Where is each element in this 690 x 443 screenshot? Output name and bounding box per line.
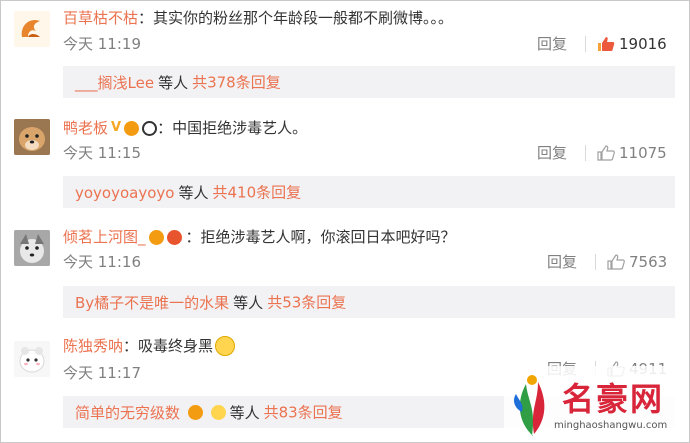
like-button[interactable]: 19016 (597, 34, 667, 54)
reply-count-link[interactable]: 共83条回复 (264, 404, 343, 422)
username[interactable]: 鸭老板 (63, 117, 108, 139)
like-button[interactable]: 7563 (607, 252, 667, 272)
reply-count-link[interactable]: 共378条回复 (192, 74, 281, 92)
reply-username[interactable]: 简单的无穷级数 (75, 404, 180, 422)
avatar[interactable] (14, 119, 50, 155)
avatar[interactable] (14, 341, 50, 377)
site-watermark: 名豪网 minghaoshangwu.com (504, 366, 689, 442)
avatar[interactable] (14, 11, 50, 47)
timestamp: 今天 11:17 (63, 364, 141, 382)
like-count: 7563 (629, 253, 668, 271)
reply-button[interactable]: 回复 (547, 252, 577, 272)
like-count: 11075 (619, 144, 667, 162)
timestamp: 今天 11:16 (63, 253, 141, 271)
replies-summary[interactable]: ___搁浅Lee 等人 共378条回复 (63, 66, 675, 98)
replies-summary[interactable]: yoyoyoayoyo 等人 共410条回复 (63, 176, 675, 208)
timestamp: 今天 11:15 (63, 144, 141, 162)
comment-list: 百草枯不枯 ：其实你的粉丝那个年龄段一般都不刷微博。。。 今天 11:19 回复… (0, 0, 690, 443)
reply-username[interactable]: yoyoyoayoyo (75, 184, 174, 202)
replies-summary[interactable]: By橘子不是唯一的水果 等人 共53条回复 (63, 286, 675, 318)
reply-others-label: 等人 (158, 73, 189, 92)
comment-text: ：其实你的粉丝那个年龄段一般都不刷微博。。。 (138, 9, 454, 27)
reply-username[interactable]: ___搁浅Lee (75, 74, 154, 92)
divider (595, 254, 596, 270)
reply-others-label: 等人 (233, 293, 264, 312)
vip-badge-icon (148, 229, 164, 245)
comment-text: ：中国拒绝涉毒艺人。 (157, 119, 308, 137)
like-count: 19016 (619, 35, 667, 53)
watermark-url: minghaoshangwu.com (554, 420, 668, 431)
vip-badge-icon (124, 120, 140, 136)
avatar[interactable] (14, 230, 50, 266)
username[interactable]: 百草枯不枯 (63, 7, 138, 29)
comment-text: ：吸毒终身黑 (123, 337, 214, 355)
reply-button[interactable]: 回复 (537, 143, 567, 163)
divider (585, 145, 586, 161)
like-button[interactable]: 11075 (597, 143, 667, 163)
comment-text: ：拒绝涉毒艺人啊，你滚回日本吧好吗？ (185, 228, 456, 246)
flame-badge-icon (166, 229, 182, 245)
panda-icon (142, 120, 158, 136)
watermark-title: 名豪网 (562, 380, 665, 418)
reply-others-label: 等人 (178, 183, 209, 202)
reply-others-label: 等人 (229, 403, 260, 422)
vip-badge-icon (187, 405, 203, 420)
username[interactable]: 倾茗上河图_ (63, 226, 146, 248)
reply-count-link[interactable]: 共410条回复 (212, 184, 301, 202)
emoji-badge-icon (210, 405, 226, 420)
thumbs-up-icon (597, 145, 615, 161)
reply-button[interactable]: 回复 (537, 34, 567, 54)
username[interactable]: 陈独秀呐 (63, 335, 123, 357)
emoji-icon (215, 336, 236, 356)
verified-v-icon: V (111, 120, 122, 135)
reply-username[interactable]: By橘子不是唯一的水果 (75, 294, 229, 312)
reply-count-link[interactable]: 共53条回复 (267, 294, 346, 312)
divider (585, 36, 586, 52)
timestamp: 今天 11:19 (63, 35, 141, 53)
thumbs-up-icon (598, 37, 615, 51)
thumbs-up-icon (607, 254, 625, 270)
watermark-logo-icon (514, 375, 545, 436)
